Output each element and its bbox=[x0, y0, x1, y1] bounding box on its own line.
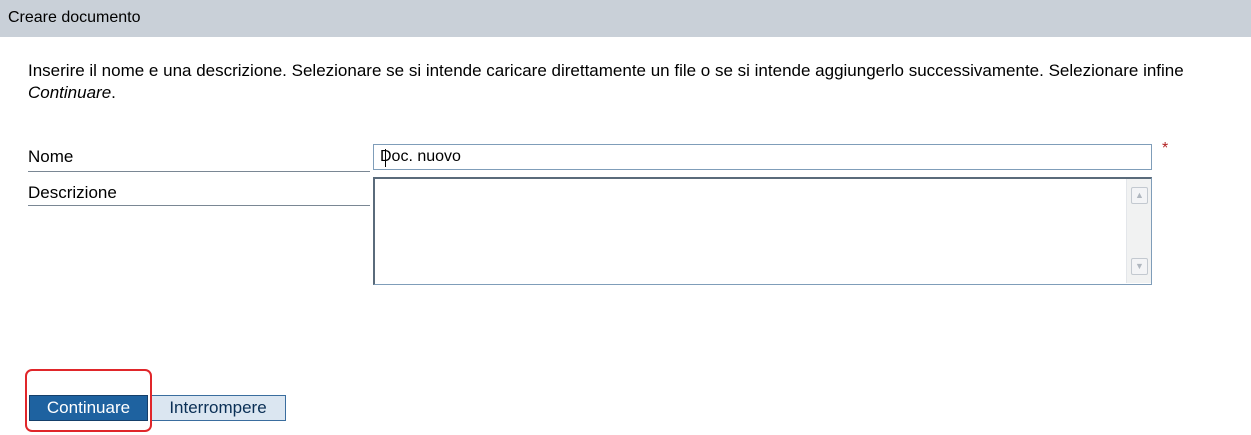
instructions-emphasis: Continuare bbox=[28, 83, 112, 102]
instructions-end: . bbox=[111, 83, 116, 102]
description-label: Descrizione bbox=[28, 183, 370, 206]
scroll-up-arrow-icon[interactable]: ▲ bbox=[1131, 187, 1148, 204]
description-field-container: ▲ ▼ bbox=[373, 177, 1152, 285]
interrupt-button[interactable]: Interrompere bbox=[150, 395, 286, 421]
required-marker: * bbox=[1162, 140, 1169, 157]
name-field[interactable] bbox=[373, 144, 1152, 170]
scroll-down-arrow-icon[interactable]: ▼ bbox=[1131, 258, 1148, 275]
name-label: Nome bbox=[28, 147, 370, 172]
panel-title: Creare documento bbox=[8, 9, 141, 26]
instructions-main: Inserire il nome e una descrizione. Sele… bbox=[28, 61, 1184, 80]
description-field[interactable] bbox=[375, 179, 1125, 283]
instructions-text: Inserire il nome e una descrizione. Sele… bbox=[28, 60, 1238, 104]
text-caret bbox=[385, 149, 386, 167]
description-scrollbar[interactable]: ▲ ▼ bbox=[1126, 179, 1151, 283]
continue-button[interactable]: Continuare bbox=[29, 395, 148, 421]
panel-header: Creare documento bbox=[0, 0, 1251, 37]
